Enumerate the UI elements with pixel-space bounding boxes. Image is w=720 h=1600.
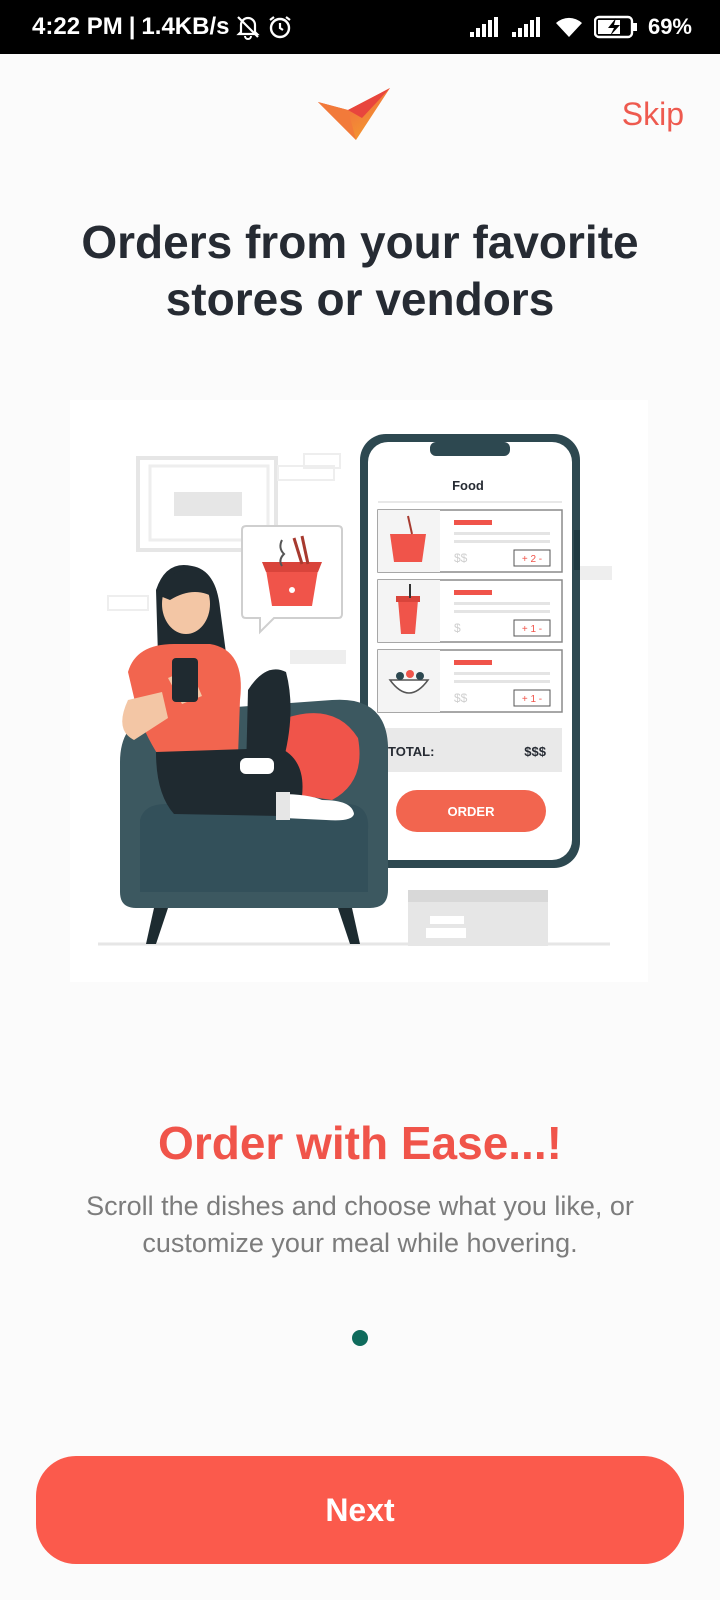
page-indicator [0, 1330, 720, 1346]
status-separator: | [128, 13, 136, 40]
onboarding-heading: Order with Ease...! [158, 1117, 562, 1169]
item-qty: + 2 - [522, 554, 542, 565]
item-price: $$ [454, 551, 468, 565]
page-indicator-dot-active [352, 1330, 368, 1346]
illustration-svg: Food $$ + 2 - $ + 1 - $$ + 1 - TOTAL: $$… [70, 400, 648, 982]
wifi-icon [554, 16, 584, 38]
item-price: $$ [454, 691, 468, 705]
alarm-icon [267, 14, 293, 40]
signal-icon [469, 17, 502, 37]
signal-icon [511, 17, 544, 37]
item-qty: + 1 - [522, 694, 542, 705]
skip-button[interactable]: Skip [622, 96, 684, 133]
food-item-row: $ + 1 - [377, 579, 563, 643]
onboarding-illustration: Food $$ + 2 - $ + 1 - $$ + 1 - TOTAL: $$… [70, 400, 648, 982]
status-right: 69% [469, 0, 692, 54]
next-button[interactable]: Next [36, 1456, 684, 1564]
food-item-row: $$ + 2 - [377, 509, 563, 573]
status-bar: 4:22 PM | 1.4KB/s 69% [0, 0, 720, 54]
item-qty: + 1 - [522, 624, 542, 635]
app-logo [318, 88, 390, 140]
status-left: 4:22 PM | 1.4KB/s [32, 0, 293, 54]
item-price: $ [454, 621, 461, 635]
page-title: Orders from your favorite stores or vend… [40, 214, 680, 328]
battery-percent: 69% [647, 14, 692, 39]
onboarding-description: Scroll the dishes and choose what you li… [86, 1191, 634, 1258]
food-item-row: $$ + 1 - [377, 649, 563, 713]
status-time: 4:22 PM [32, 13, 123, 40]
phone-heading: Food [452, 478, 484, 493]
total-value: $$$ [524, 744, 546, 759]
bell-muted-icon [235, 14, 261, 40]
title-line: Orders from your favorite [81, 216, 639, 268]
order-label: ORDER [448, 804, 496, 819]
title-line: stores or vendors [165, 273, 555, 325]
battery-charging-icon [593, 15, 638, 39]
status-network-speed: 1.4KB/s [141, 13, 230, 40]
total-label: TOTAL: [388, 744, 434, 759]
